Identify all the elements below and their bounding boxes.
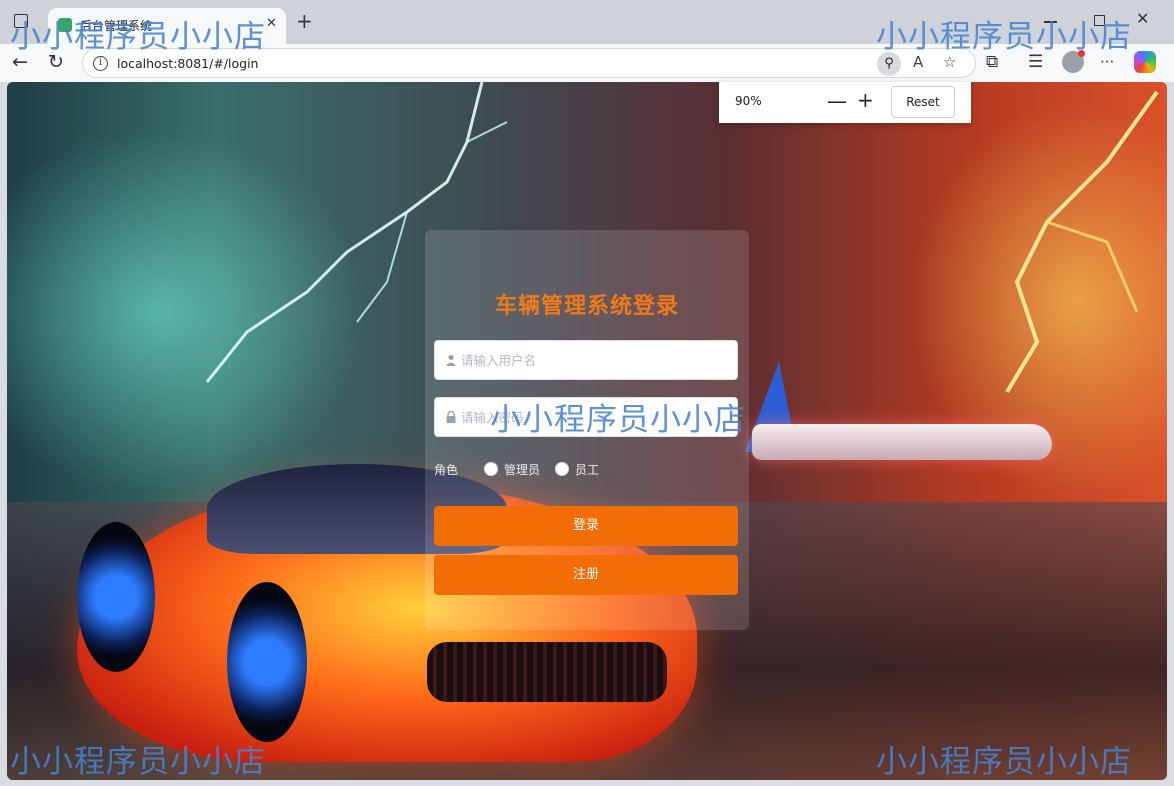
site-info-icon[interactable]: i bbox=[93, 56, 108, 71]
window-close-icon[interactable]: ✕ bbox=[1136, 9, 1149, 28]
role-label: 角色 bbox=[434, 463, 459, 477]
username-field[interactable] bbox=[434, 340, 738, 380]
role-label-admin[interactable]: 管理员 bbox=[504, 461, 540, 478]
login-title: 车辆管理系统登录 bbox=[494, 294, 679, 319]
car-front-wheel bbox=[77, 522, 155, 672]
watermark-center: 小小程序员小小店 bbox=[490, 402, 746, 438]
watermark-bottom-left: 小小程序员小小店 bbox=[10, 744, 266, 780]
role-radio-staff[interactable] bbox=[555, 462, 569, 476]
role-radio-admin[interactable] bbox=[484, 462, 498, 476]
watermark-bottom-right: 小小程序员小小店 bbox=[876, 744, 1132, 780]
url-text[interactable]: localhost:8081/#/login bbox=[117, 56, 258, 71]
lock-icon bbox=[446, 411, 456, 423]
car-grille bbox=[427, 642, 667, 702]
car-rear-wheel bbox=[227, 582, 307, 742]
new-tab-icon[interactable]: + bbox=[296, 9, 313, 33]
lightning-right-icon bbox=[1005, 90, 1159, 394]
zoom-reset-button[interactable]: Reset bbox=[891, 86, 955, 118]
username-input[interactable] bbox=[461, 341, 731, 379]
copilot-icon[interactable] bbox=[1134, 51, 1156, 73]
user-icon bbox=[446, 355, 456, 366]
login-button[interactable]: 登录 bbox=[434, 506, 738, 546]
zoom-popup: 90% — + Reset bbox=[719, 82, 971, 123]
role-label-staff[interactable]: 员工 bbox=[575, 461, 599, 478]
zoom-out-icon[interactable]: — bbox=[827, 89, 847, 113]
watermark-top-right: 小小程序员小小店 bbox=[876, 19, 1132, 55]
tab-close-icon[interactable]: ✕ bbox=[266, 16, 277, 31]
register-button[interactable]: 注册 bbox=[434, 555, 738, 595]
airplane-body bbox=[752, 424, 1052, 460]
zoom-level: 90% bbox=[735, 94, 762, 108]
watermark-top-left: 小小程序员小小店 bbox=[10, 19, 266, 55]
zoom-in-icon[interactable]: + bbox=[857, 88, 874, 112]
